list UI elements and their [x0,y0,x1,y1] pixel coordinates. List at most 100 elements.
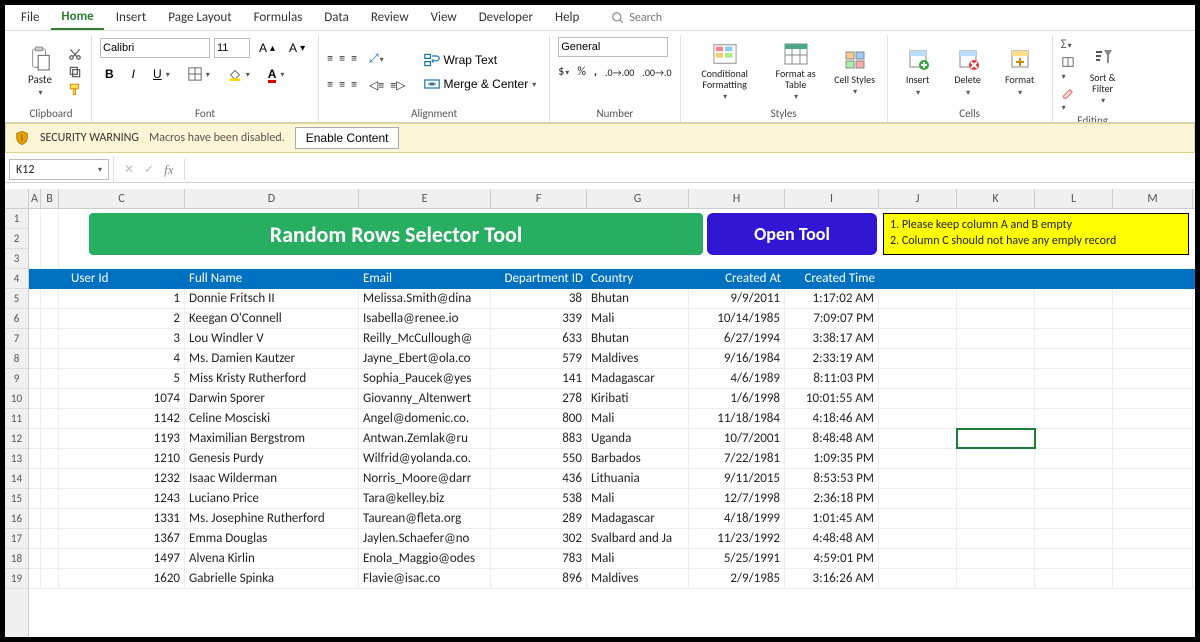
row-6[interactable]: 6 [5,309,28,329]
cell[interactable]: 11/18/1984 [689,409,785,428]
cell[interactable]: Isabella@renee.io [359,309,491,328]
formula-input[interactable] [184,159,1195,180]
cell[interactable] [957,349,1035,368]
cell[interactable]: Jayne_Ebert@ola.co [359,349,491,368]
cell[interactable] [879,349,957,368]
cell[interactable]: Sophia_Paucek@yes [359,369,491,388]
merge-center-button[interactable]: Merge & Center▾ [419,74,541,94]
wrap-text-button[interactable]: Wrap Text [419,50,541,70]
row-7[interactable]: 7 [5,329,28,349]
cell[interactable] [957,529,1035,548]
cell[interactable]: 4/6/1989 [689,369,785,388]
cell[interactable]: 11/23/1992 [689,529,785,548]
cell[interactable]: 2:33:19 AM [785,349,879,368]
cell[interactable] [29,309,41,328]
cell[interactable] [29,349,41,368]
hdr-country[interactable]: Country [587,269,689,289]
border-icon[interactable]: ▾ [183,64,215,84]
cell[interactable]: Ms. Damien Kautzer [185,349,359,368]
cell[interactable]: 5/25/1991 [689,549,785,568]
cell[interactable]: 1243 [59,489,185,508]
cell[interactable] [41,329,59,348]
tab-help[interactable]: Help [545,6,589,29]
format-as-table-button[interactable]: Format as Table▾ [767,37,825,107]
cell[interactable]: 9/11/2015 [689,469,785,488]
row-3[interactable]: 3 [5,249,28,269]
cell[interactable] [1113,389,1193,408]
row-19[interactable]: 19 [5,569,28,589]
cell[interactable]: 4:18:46 AM [785,409,879,428]
cell[interactable] [1113,329,1193,348]
cell[interactable] [29,529,41,548]
row-5[interactable]: 5 [5,289,28,309]
cell[interactable] [879,489,957,508]
font-size-combo[interactable] [214,38,250,58]
cell[interactable] [41,369,59,388]
cell[interactable] [41,549,59,568]
cell[interactable]: 1367 [59,529,185,548]
cell[interactable]: 783 [491,549,587,568]
cell[interactable]: 302 [491,529,587,548]
cell[interactable]: 8:48:48 AM [785,429,879,448]
cell[interactable] [1113,489,1193,508]
align-right-icon[interactable]: ≡ [351,78,357,92]
cell[interactable] [1035,529,1113,548]
cell[interactable] [41,489,59,508]
cell[interactable]: Emma Douglas [185,529,359,548]
row-11[interactable]: 11 [5,409,28,429]
cell[interactable]: Giovanny_Altenwert [359,389,491,408]
cell[interactable] [41,309,59,328]
cell[interactable] [41,349,59,368]
cell[interactable]: Tara@kelley.biz [359,489,491,508]
decrease-decimal-icon[interactable]: .00→.0 [642,66,671,79]
cell[interactable]: 1193 [59,429,185,448]
cell[interactable] [879,369,957,388]
cell[interactable] [1035,509,1113,528]
tab-developer[interactable]: Developer [469,6,543,29]
cell[interactable] [879,449,957,468]
cell[interactable] [41,449,59,468]
cell[interactable] [41,289,59,308]
cell[interactable] [1035,369,1113,388]
cell[interactable]: 3 [59,329,185,348]
row-2[interactable]: 2 [5,229,28,249]
cell[interactable]: 2 [59,309,185,328]
cell[interactable] [41,389,59,408]
hdr-userid[interactable]: User Id [59,269,185,289]
italic-button[interactable]: I [127,64,140,84]
cell[interactable]: Bhutan [587,329,689,348]
cell[interactable] [29,389,41,408]
cell[interactable]: 8:11:03 PM [785,369,879,388]
cell[interactable]: Maximilian Bergstrom [185,429,359,448]
cell[interactable]: 1:17:02 AM [785,289,879,308]
cell[interactable]: Donnie Fritsch II [185,289,359,308]
cell[interactable]: 6/27/1994 [689,329,785,348]
sort-filter-button[interactable]: Sort & Filter▾ [1081,41,1125,111]
row-1[interactable]: 1 [5,209,28,229]
cell[interactable]: Jaylen.Schaefer@no [359,529,491,548]
col-C[interactable]: C [59,189,185,208]
cancel-icon[interactable]: ✕ [124,162,134,177]
cell[interactable] [1035,309,1113,328]
cell[interactable]: Maldives [587,349,689,368]
cell[interactable] [957,489,1035,508]
cell[interactable]: 1232 [59,469,185,488]
cell[interactable] [879,389,957,408]
cell[interactable]: 2/9/1985 [689,569,785,588]
cell[interactable] [29,429,41,448]
cell[interactable]: 896 [491,569,587,588]
cell[interactable] [879,549,957,568]
cell[interactable] [29,569,41,588]
cell[interactable] [41,529,59,548]
cell[interactable] [41,569,59,588]
cell[interactable]: 538 [491,489,587,508]
cell[interactable] [957,569,1035,588]
cell[interactable] [957,389,1035,408]
conditional-formatting-button[interactable]: Conditional Formatting▾ [689,37,761,107]
cell[interactable] [29,449,41,468]
cell[interactable]: 9/9/2011 [689,289,785,308]
row-15[interactable]: 15 [5,489,28,509]
cell[interactable]: Mali [587,309,689,328]
col-I[interactable]: I [785,189,879,208]
cell[interactable]: Angel@domenic.co. [359,409,491,428]
